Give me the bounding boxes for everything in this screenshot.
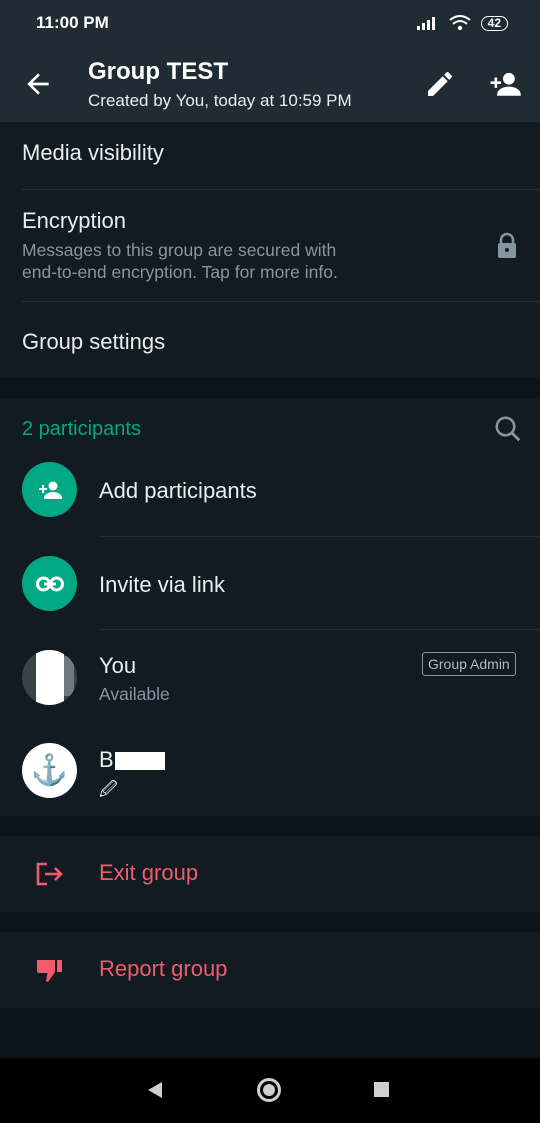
navigation-bar	[0, 1058, 540, 1123]
wifi-icon	[449, 15, 471, 31]
add-participants-label[interactable]: Add participants	[99, 478, 257, 504]
media-visibility-item[interactable]: Media visibility	[22, 140, 164, 166]
divider	[22, 301, 540, 302]
avatar[interactable]	[22, 650, 77, 705]
status-icons: 42	[416, 15, 508, 31]
group-settings-section: Media visibility Encryption Messages to …	[0, 122, 540, 378]
person-add-icon	[38, 481, 62, 499]
exit-group-label[interactable]: Exit group	[99, 860, 198, 886]
exit-group-row[interactable]: Exit group	[0, 836, 540, 912]
participant-name[interactable]: You	[99, 653, 136, 679]
name-redaction	[115, 752, 165, 770]
add-participants-icon[interactable]	[22, 462, 77, 517]
divider	[22, 189, 540, 190]
participants-section: 2 participants Add participants Invite v…	[0, 398, 540, 816]
exit-icon	[36, 862, 63, 886]
encryption-desc-line1: Messages to this group are secured with	[22, 240, 337, 260]
encryption-title[interactable]: Encryption	[22, 208, 126, 234]
thumb-down-icon	[37, 960, 62, 982]
search-icon[interactable]	[493, 414, 523, 444]
link-icon	[35, 576, 64, 591]
report-group-label[interactable]: Report group	[99, 956, 227, 982]
status-bar: 11:00 PM 42	[0, 0, 540, 46]
divider	[99, 629, 540, 630]
nav-home-icon[interactable]	[257, 1078, 281, 1102]
participants-count: 2 participants	[22, 418, 141, 440]
pencil-icon[interactable]	[424, 68, 456, 100]
avatar[interactable]: ⚓	[22, 743, 77, 798]
nav-back-icon[interactable]	[146, 1080, 164, 1100]
status-time: 11:00 PM	[36, 13, 109, 32]
invite-link-label[interactable]: Invite via link	[99, 572, 225, 598]
arrow-left-icon[interactable]	[22, 68, 54, 100]
invite-link-icon[interactable]	[22, 556, 77, 611]
participant-name[interactable]: B	[99, 747, 114, 773]
report-group-row[interactable]: Report group	[0, 932, 540, 1008]
group-subtitle: Created by You, today at 10:59 PM	[88, 91, 352, 110]
app-bar: Group TEST Created by You, today at 10:5…	[0, 46, 540, 122]
participant-about: Available	[99, 684, 170, 704]
lock-icon	[498, 232, 516, 258]
avatar-photo-part	[64, 656, 74, 696]
group-settings-item[interactable]: Group settings	[22, 329, 165, 355]
signal-icon	[416, 17, 435, 30]
encryption-desc-line2: end-to-end encryption. Tap for more info…	[22, 262, 338, 282]
participant-about: 🖉	[99, 779, 118, 799]
battery-indicator: 42	[480, 15, 508, 31]
anchor-icon: ⚓	[30, 754, 69, 787]
person-add-icon[interactable]	[488, 68, 522, 100]
group-admin-badge: Group Admin	[422, 652, 516, 676]
avatar-redaction	[36, 650, 64, 705]
group-title[interactable]: Group TEST	[88, 58, 228, 86]
divider	[99, 536, 540, 537]
nav-recents-icon[interactable]	[374, 1082, 389, 1097]
